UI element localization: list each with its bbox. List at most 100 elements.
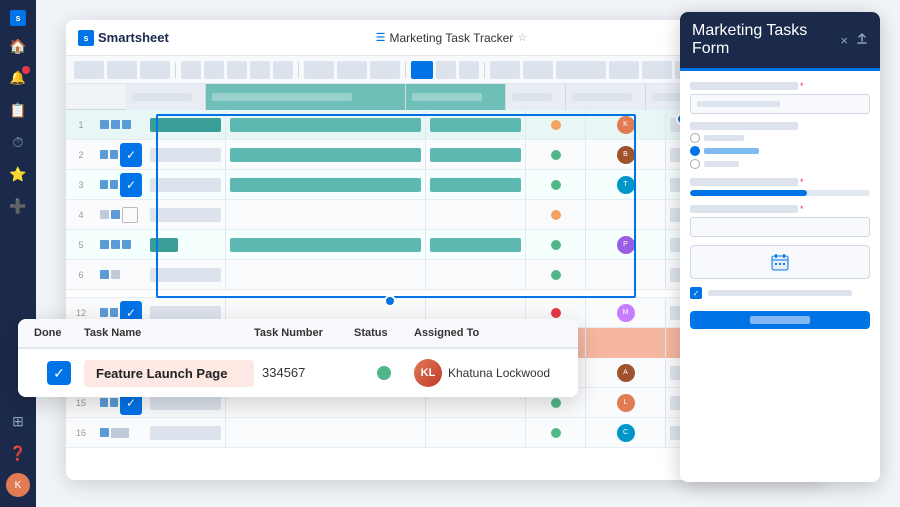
row-checkbox[interactable]: ✓ [120, 143, 142, 167]
popup-assignee-cell[interactable]: KL Khatuna Lockwood [414, 359, 562, 387]
cell-task[interactable] [146, 140, 226, 170]
row-icon[interactable] [100, 308, 108, 317]
sidebar-notifications-icon[interactable]: 🔔 [6, 66, 30, 90]
cell-assigned[interactable]: T [586, 170, 666, 200]
form-checkbox[interactable]: ✓ [690, 287, 702, 299]
row-icon-comment[interactable] [100, 120, 109, 129]
cell-gantt[interactable] [226, 418, 426, 448]
cell-assigned[interactable]: L [586, 388, 666, 418]
cell-task[interactable] [146, 418, 226, 448]
row-icon[interactable] [100, 240, 109, 249]
form-input-1[interactable] [690, 94, 870, 114]
toolbar-btn-18[interactable] [642, 61, 672, 79]
cell-status[interactable] [526, 200, 586, 230]
cell-gantt[interactable] [226, 170, 426, 200]
popup-task-number-cell[interactable]: 334567 [254, 364, 354, 382]
cell-gantt[interactable] [226, 230, 426, 260]
toolbar-btn-14[interactable] [490, 61, 520, 79]
cell-assigned[interactable]: C [586, 418, 666, 448]
form-calendar-area[interactable] [690, 245, 870, 279]
row-icon[interactable] [111, 210, 120, 219]
sidebar-user-avatar[interactable]: K [6, 473, 30, 497]
popup-status-cell[interactable] [354, 366, 414, 380]
cell-assigned[interactable]: K [586, 110, 666, 140]
col-header-dates[interactable] [406, 84, 506, 110]
row-icon[interactable] [110, 150, 118, 159]
row-icon-link[interactable] [122, 120, 131, 129]
cell-assigned[interactable]: A [586, 358, 666, 388]
row-icon[interactable] [111, 240, 120, 249]
row-icon[interactable] [100, 428, 109, 437]
sidebar-apps-icon[interactable]: ⊞ [6, 409, 30, 433]
form-share-icon[interactable] [856, 33, 868, 48]
cell-gantt2[interactable] [426, 170, 526, 200]
row-icon[interactable] [100, 398, 108, 407]
row-checkbox[interactable] [122, 207, 138, 223]
cell-assigned[interactable]: B [586, 140, 666, 170]
form-submit-button[interactable] [690, 311, 870, 329]
toolbar-btn-17[interactable] [609, 61, 639, 79]
cell-gantt[interactable] [226, 110, 426, 140]
toolbar-btn-15[interactable] [523, 61, 553, 79]
cell-status[interactable] [526, 140, 586, 170]
cell-status[interactable] [526, 110, 586, 140]
row-action-icons[interactable]: ✓ [96, 173, 146, 197]
row-icon[interactable] [122, 240, 131, 249]
col-header-assigned[interactable] [566, 84, 646, 110]
toolbar-btn-8[interactable] [273, 61, 293, 79]
row-icon[interactable] [100, 150, 108, 159]
toolbar-btn-12[interactable] [436, 61, 456, 79]
cell-task-name[interactable] [146, 110, 226, 140]
cell-gantt2[interactable] [426, 260, 526, 290]
cell-gantt[interactable] [226, 140, 426, 170]
cell-status[interactable] [526, 230, 586, 260]
cell-status[interactable] [526, 260, 586, 290]
cell-gantt2[interactable] [426, 418, 526, 448]
popup-task-name-cell[interactable]: Feature Launch Page [84, 360, 254, 387]
row-icon-minus[interactable] [111, 428, 129, 438]
row-icon[interactable] [110, 308, 118, 317]
row-checkbox[interactable]: ✓ [120, 173, 142, 197]
toolbar-btn-7[interactable] [250, 61, 270, 79]
col-header-gantt[interactable] [206, 84, 406, 110]
sidebar-favorites-icon[interactable]: ⭐ [6, 162, 30, 186]
popup-done-checkbox[interactable]: ✓ [47, 361, 71, 385]
col-header-task[interactable] [126, 84, 206, 110]
toolbar-btn-active[interactable] [411, 61, 433, 79]
cell-status[interactable] [526, 170, 586, 200]
cell-gantt2[interactable] [426, 140, 526, 170]
toolbar-btn-3[interactable] [140, 61, 170, 79]
form-input-2[interactable] [690, 217, 870, 237]
sidebar-add-icon[interactable]: ➕ [6, 194, 30, 218]
cell-task[interactable] [146, 200, 226, 230]
row-action-icons[interactable] [96, 270, 146, 279]
cell-assigned[interactable] [586, 260, 666, 290]
toolbar-btn-1[interactable] [74, 61, 104, 79]
row-icon[interactable] [110, 398, 118, 407]
cell-task[interactable] [146, 230, 226, 260]
sidebar-sheets-icon[interactable]: 📋 [6, 98, 30, 122]
sidebar-home-icon[interactable]: 🏠 [6, 34, 30, 58]
toolbar-btn-9[interactable] [304, 61, 334, 79]
cell-assigned[interactable] [586, 328, 666, 358]
form-radio-1[interactable] [690, 133, 700, 143]
toolbar-btn-13[interactable] [459, 61, 479, 79]
row-action-icons[interactable]: ✓ [96, 143, 146, 167]
form-checkbox-row[interactable]: ✓ [690, 287, 870, 299]
form-radio-2[interactable] [690, 146, 700, 156]
row-action-icons[interactable] [96, 428, 146, 438]
row-action-icons[interactable] [96, 240, 146, 249]
form-radio-3[interactable] [690, 159, 700, 169]
row-icon[interactable] [100, 180, 108, 189]
toolbar-btn-11[interactable] [370, 61, 400, 79]
toolbar-btn-5[interactable] [204, 61, 224, 79]
row-action-icons[interactable] [96, 120, 146, 129]
cell-gantt[interactable] [226, 260, 426, 290]
row-icon[interactable] [110, 180, 118, 189]
cell-gantt2[interactable] [426, 200, 526, 230]
toolbar-btn-16[interactable] [556, 61, 606, 79]
form-close-icon[interactable]: × [840, 33, 848, 48]
cell-gantt[interactable] [226, 200, 426, 230]
sidebar-recents-icon[interactable]: ⏱ [6, 130, 30, 154]
toolbar-btn-2[interactable] [107, 61, 137, 79]
